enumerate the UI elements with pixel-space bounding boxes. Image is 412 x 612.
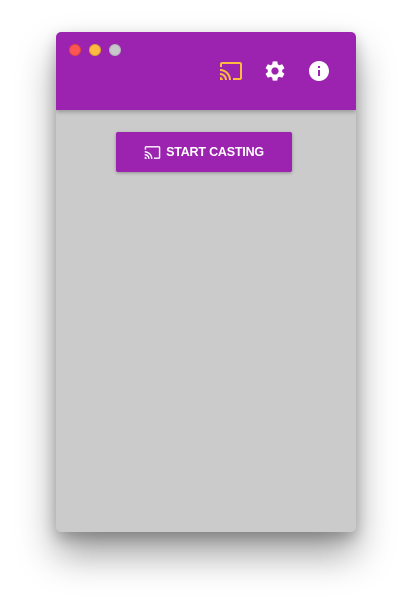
main-content: START CASTING: [56, 110, 356, 532]
window-zoom-button[interactable]: [109, 44, 121, 56]
cast-icon: [144, 144, 161, 161]
start-casting-label: START CASTING: [166, 145, 264, 159]
gear-icon: [265, 61, 285, 81]
window-minimize-button[interactable]: [89, 44, 101, 56]
cast-button[interactable]: [218, 58, 244, 84]
title-bar: [56, 32, 356, 110]
settings-button[interactable]: [262, 58, 288, 84]
cast-icon: [220, 62, 242, 80]
window-close-button[interactable]: [69, 44, 81, 56]
info-button[interactable]: [306, 58, 332, 84]
info-icon: [309, 61, 329, 81]
start-casting-button[interactable]: START CASTING: [116, 132, 292, 172]
app-window: START CASTING: [56, 32, 356, 532]
